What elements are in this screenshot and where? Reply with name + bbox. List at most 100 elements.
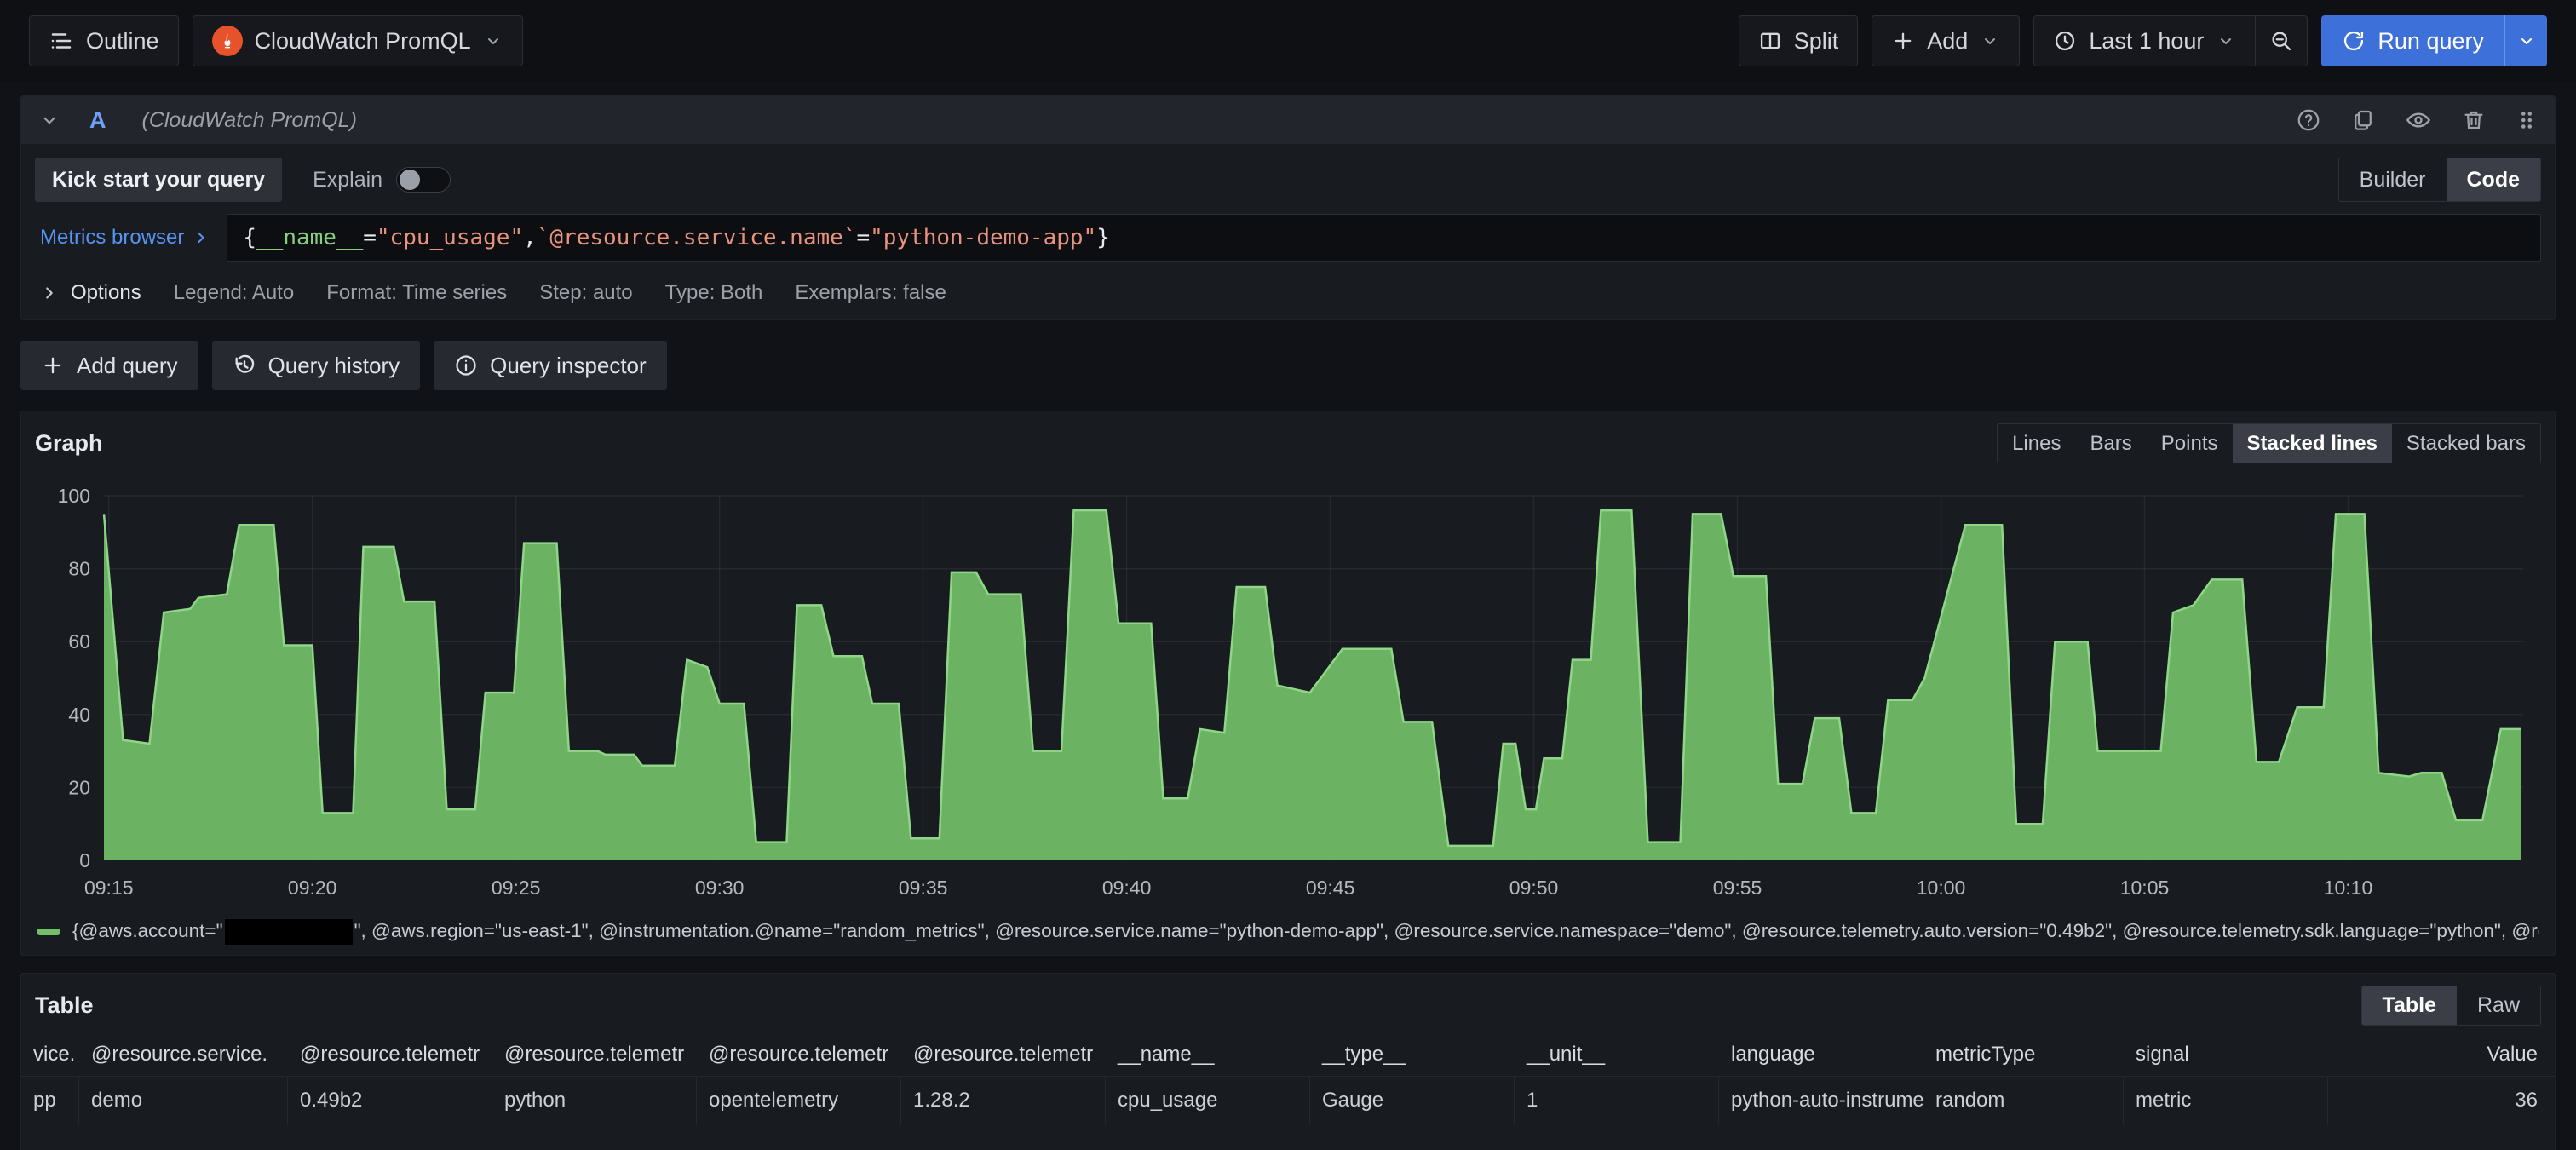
query-inspector-label: Query inspector xyxy=(490,353,647,379)
run-query-button[interactable]: Run query xyxy=(2321,15,2547,66)
chevron-down-icon xyxy=(2216,31,2236,51)
datasource-picker[interactable]: CloudWatch PromQL xyxy=(193,15,523,66)
graph-style-option[interactable]: Points xyxy=(2147,424,2233,463)
add-query-button[interactable]: Add query xyxy=(20,341,198,390)
table-panel: Table TableRaw vice.@resource.service.@r… xyxy=(20,973,2556,1150)
prometheus-icon xyxy=(212,26,243,56)
zoom-out-time-button[interactable] xyxy=(2256,15,2308,66)
split-button[interactable]: Split xyxy=(1739,15,1859,66)
table-column-header[interactable]: @resource.telemetr xyxy=(697,1043,901,1067)
graph-style-option[interactable]: Lines xyxy=(1998,424,2075,463)
option-meta: Type: Both xyxy=(665,281,763,305)
query-token: __name__ xyxy=(256,225,363,250)
run-query-main[interactable]: Run query xyxy=(2321,15,2504,66)
query-toolbar: Kick start your query Explain BuilderCod… xyxy=(35,158,2541,202)
help-icon[interactable] xyxy=(2296,107,2321,133)
query-row-actions xyxy=(2296,106,2538,134)
drag-handle-icon[interactable] xyxy=(2516,107,2538,133)
run-query-label: Run query xyxy=(2378,28,2484,55)
svg-text:100: 100 xyxy=(58,485,90,507)
query-token: } xyxy=(1096,225,1110,250)
metrics-browser-link[interactable]: Metrics browser xyxy=(35,214,227,262)
table-cell: 1.28.2 xyxy=(901,1077,1106,1124)
duplicate-query-icon[interactable] xyxy=(2350,107,2376,133)
graph-legend[interactable]: {@aws.account="", @aws.region="us-east-1… xyxy=(21,917,2555,955)
table-column-header[interactable]: language xyxy=(1719,1043,1923,1067)
query-history-label: Query history xyxy=(268,353,400,379)
table-cell: python-auto-instrume xyxy=(1719,1077,1923,1124)
svg-text:0: 0 xyxy=(79,849,90,871)
editor-mode-option[interactable]: Code xyxy=(2447,158,2541,201)
table-cell: python xyxy=(492,1077,697,1124)
time-range-label: Last 1 hour xyxy=(2089,28,2204,55)
table-view-option[interactable]: Raw xyxy=(2457,986,2540,1025)
svg-text:09:55: 09:55 xyxy=(1713,877,1762,899)
editor-mode-option[interactable]: Builder xyxy=(2339,158,2447,201)
builder-code-toggle: BuilderCode xyxy=(2338,158,2541,202)
svg-text:09:50: 09:50 xyxy=(1509,877,1559,899)
add-button[interactable]: Add xyxy=(1872,15,2020,66)
graph-style-option[interactable]: Stacked bars xyxy=(2392,424,2540,463)
table-column-header[interactable]: metricType xyxy=(1923,1043,2124,1067)
query-token: = xyxy=(856,225,870,250)
svg-text:40: 40 xyxy=(68,704,90,726)
collapse-chevron-icon[interactable] xyxy=(38,109,60,131)
option-meta: Exemplars: false xyxy=(795,281,946,305)
graph-style-toggle: LinesBarsPointsStacked linesStacked bars xyxy=(1997,423,2541,463)
time-series-chart[interactable]: 02040608010009:1509:2009:2509:3009:3509:… xyxy=(30,470,2546,917)
svg-text:10:00: 10:00 xyxy=(1917,877,1966,899)
table-row[interactable]: ppdemo0.49b2pythonopentelemetry1.28.2cpu… xyxy=(21,1077,2555,1124)
graph-style-option[interactable]: Bars xyxy=(2075,424,2146,463)
table-column-header[interactable]: @resource.service. xyxy=(79,1043,288,1067)
outline-icon xyxy=(49,28,74,54)
table-column-header[interactable]: signal xyxy=(2124,1043,2328,1067)
table-cell: cpu_usage xyxy=(1106,1077,1310,1124)
redacted-account-id xyxy=(225,919,353,945)
table-cell: 0.49b2 xyxy=(288,1077,492,1124)
query-token: "python-demo-app" xyxy=(870,225,1096,250)
query-history-button[interactable]: Query history xyxy=(212,341,421,390)
table-panel-header: Table TableRaw xyxy=(21,974,2555,1032)
graph-panel: Graph LinesBarsPointsStacked linesStacke… xyxy=(20,411,2556,956)
table-cell: random xyxy=(1923,1077,2124,1124)
table-column-header[interactable]: __name__ xyxy=(1106,1043,1310,1067)
svg-text:09:40: 09:40 xyxy=(1102,877,1152,899)
graph-style-option[interactable]: Stacked lines xyxy=(2233,424,2392,463)
outline-button[interactable]: Outline xyxy=(29,15,179,66)
query-inspector-button[interactable]: Query inspector xyxy=(434,341,667,390)
run-query-dropdown[interactable] xyxy=(2504,15,2547,66)
kick-start-query-button[interactable]: Kick start your query xyxy=(35,158,282,202)
query-token: "cpu_usage" xyxy=(377,225,523,250)
svg-text:80: 80 xyxy=(68,558,90,580)
svg-text:09:25: 09:25 xyxy=(492,877,541,899)
svg-text:09:20: 09:20 xyxy=(288,877,337,899)
table-cell: Gauge xyxy=(1310,1077,1515,1124)
table-column-header[interactable]: @resource.telemetr xyxy=(492,1043,697,1067)
table-column-header[interactable]: __unit__ xyxy=(1515,1043,1719,1067)
series-color-marker xyxy=(37,929,60,935)
table-column-header[interactable]: @resource.telemetr xyxy=(901,1043,1106,1067)
query-token: , xyxy=(523,225,537,250)
graph-title: Graph xyxy=(35,430,103,457)
svg-text:09:45: 09:45 xyxy=(1306,877,1355,899)
table-view-option[interactable]: Table xyxy=(2362,986,2457,1025)
table-column-header[interactable]: __type__ xyxy=(1310,1043,1515,1067)
table-column-header[interactable]: @resource.telemetr xyxy=(288,1043,492,1067)
table-cell: metric xyxy=(2124,1077,2328,1124)
table-cell: pp xyxy=(21,1077,79,1124)
svg-text:20: 20 xyxy=(68,776,90,798)
table-cell: demo xyxy=(79,1077,288,1124)
option-meta: Format: Time series xyxy=(326,281,507,305)
explain-toggle[interactable] xyxy=(396,167,451,193)
time-range-button[interactable]: Last 1 hour xyxy=(2033,15,2256,66)
options-disclosure[interactable]: Options xyxy=(40,281,141,305)
toggle-visibility-icon[interactable] xyxy=(2405,106,2432,134)
chart-container: 02040608010009:1509:2009:2509:3009:3509:… xyxy=(21,470,2555,917)
promql-expression-input[interactable]: {__name__="cpu_usage", `@resource.servic… xyxy=(227,214,2541,262)
options-label: Options xyxy=(71,281,141,305)
table-column-header[interactable]: Value xyxy=(2328,1043,2555,1067)
delete-query-icon[interactable] xyxy=(2461,107,2487,133)
info-icon xyxy=(454,354,478,377)
query-row-header[interactable]: A (CloudWatch PromQL) xyxy=(21,96,2555,144)
table-column-header[interactable]: vice. xyxy=(21,1043,79,1067)
